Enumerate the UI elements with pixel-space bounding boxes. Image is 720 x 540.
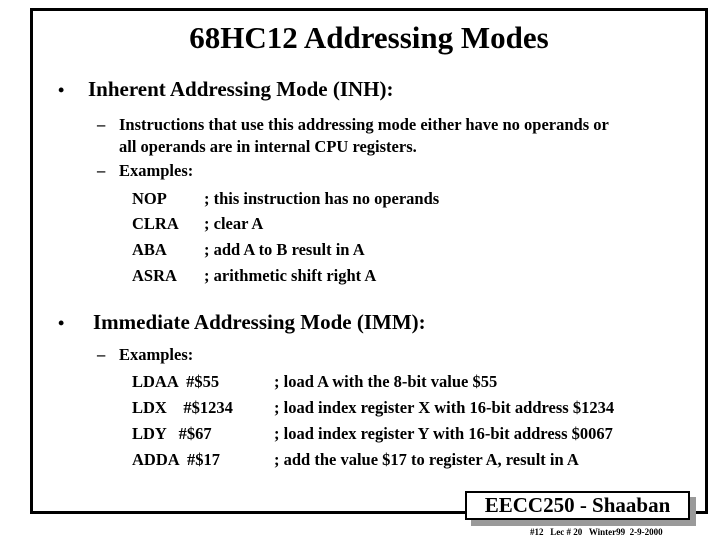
example-comment: ; add the value $17 to register A, resul… [274, 450, 579, 469]
bullet-icon: • [58, 313, 65, 333]
example-comment: ; load index register X with 16-bit addr… [274, 398, 615, 417]
footer-label: EECC250 - Shaaban [465, 491, 690, 520]
example-instruction: LDY #$67 [132, 424, 212, 443]
slide-title: 68HC12 Addressing Modes [189, 20, 549, 55]
examples-label: Examples: [119, 161, 194, 180]
example-comment: ; clear A [204, 214, 264, 233]
example-comment: ; add A to B result in A [204, 240, 365, 259]
example-instruction: ABA [132, 240, 167, 259]
example-instruction: ASRA [132, 266, 177, 285]
example-instruction: LDX #$1234 [132, 398, 233, 417]
bullet-icon: • [58, 80, 65, 100]
dash-icon: – [97, 345, 106, 364]
dash-icon: – [97, 161, 106, 180]
section-heading-inherent: Inherent Addressing Mode (INH): [88, 77, 394, 101]
examples-label: Examples: [119, 345, 194, 364]
example-instruction: NOP [132, 189, 167, 208]
example-comment: ; load A with the 8-bit value $55 [274, 372, 498, 391]
example-comment: ; this instruction has no operands [204, 189, 440, 208]
section-heading-immediate: Immediate Addressing Mode (IMM): [93, 310, 426, 334]
dash-icon: – [97, 115, 106, 134]
example-instruction: CLRA [132, 214, 179, 233]
example-instruction: ADDA #$17 [132, 450, 221, 469]
example-instruction: LDAA #$55 [132, 372, 220, 391]
inherent-description-line1: Instructions that use this addressing mo… [119, 115, 609, 134]
footer-subtitle: #12 Lec # 20 Winter99 2-9-2000 [530, 527, 663, 537]
inherent-description-line2: all operands are in internal CPU registe… [119, 137, 417, 156]
example-comment: ; load index register Y with 16-bit addr… [274, 424, 613, 443]
example-comment: ; arithmetic shift right A [204, 266, 377, 285]
